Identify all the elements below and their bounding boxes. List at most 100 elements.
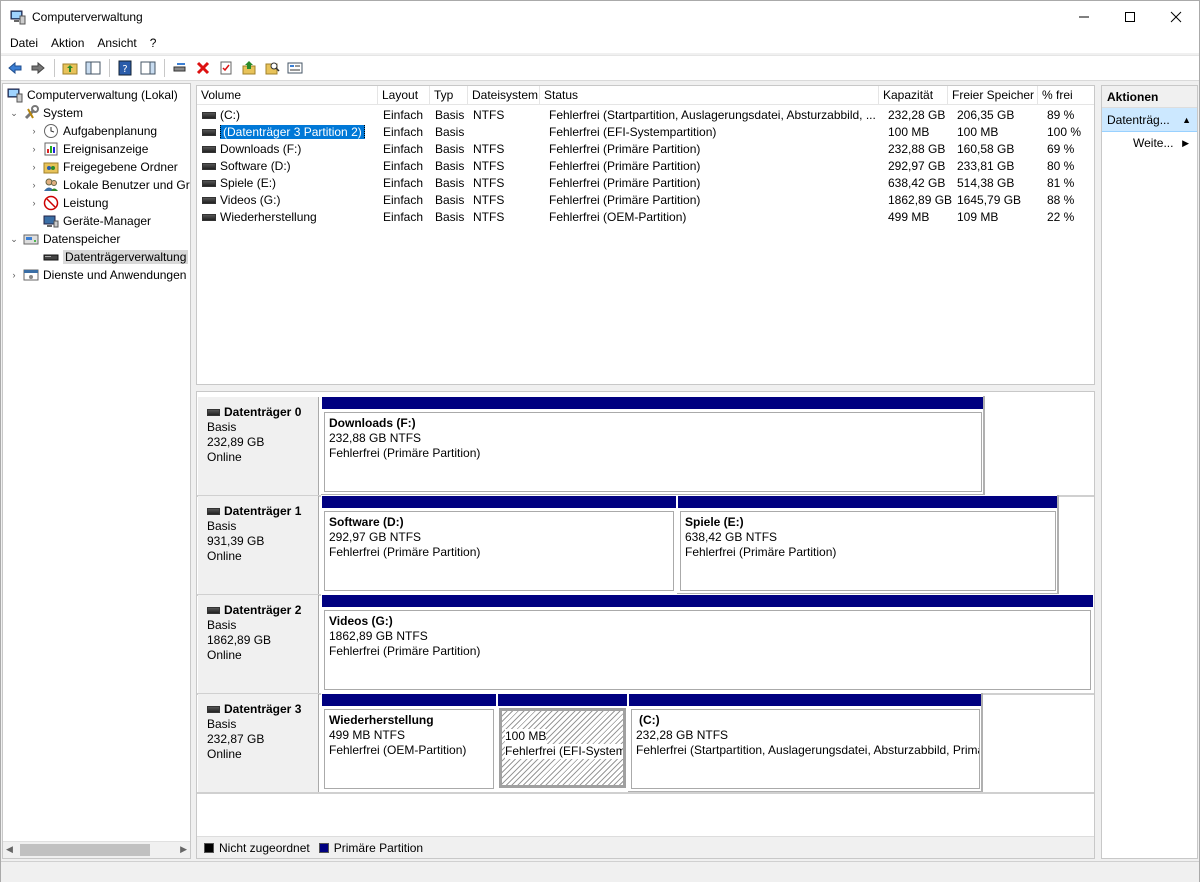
delete-button[interactable] xyxy=(192,57,214,79)
tree-item-lokale-benutzer[interactable]: › Lokale Benutzer und Gru xyxy=(29,176,191,194)
disk-type: Basis xyxy=(207,420,237,434)
chevron-right-icon[interactable]: › xyxy=(9,270,19,280)
column-status[interactable]: Status xyxy=(540,86,879,105)
table-row[interactable]: Videos (G:) Einfach Basis NTFS Fehlerfre… xyxy=(197,191,1094,208)
cell-kapazitaet: 638,42 GB xyxy=(888,175,946,190)
chevron-down-icon[interactable]: ⌄ xyxy=(9,108,19,119)
tree-root[interactable]: Computerverwaltung (Lokal) xyxy=(7,86,178,104)
disk-name: Datenträger 3 xyxy=(224,702,302,716)
collapse-up-icon[interactable]: ▲ xyxy=(1182,108,1191,131)
scrollbar-thumb[interactable] xyxy=(20,844,150,856)
tree-item-aufgabenplanung[interactable]: › Aufgabenplanung xyxy=(29,122,157,140)
table-row[interactable]: Downloads (F:) Einfach Basis NTFS Fehler… xyxy=(197,140,1094,157)
partition[interactable]: Spiele (E:) 638,42 GB NTFS Fehlerfrei (P… xyxy=(677,495,1059,595)
chevron-right-icon[interactable]: › xyxy=(29,144,39,154)
toolbar: ? xyxy=(1,55,1199,81)
chevron-right-icon[interactable]: › xyxy=(29,126,39,136)
table-row[interactable]: Spiele (E:) Einfach Basis NTFS Fehlerfre… xyxy=(197,174,1094,191)
maximize-button[interactable] xyxy=(1107,1,1153,32)
table-row[interactable]: Software (D:) Einfach Basis NTFS Fehlerf… xyxy=(197,157,1094,174)
partition[interactable]: Wiederherstellung 499 MB NTFS Fehlerfrei… xyxy=(321,693,497,793)
partition[interactable]: Downloads (F:) 232,88 GB NTFS Fehlerfrei… xyxy=(321,396,985,496)
partition-selected-efi[interactable]: 100 MB Fehlerfrei (EFI-Systempartition) xyxy=(497,693,628,793)
tree-item-datentraegerverwaltung[interactable]: Datenträgerverwaltung xyxy=(43,248,189,266)
disk-label[interactable]: Datenträger 0 Basis 232,89 GB Online xyxy=(198,397,319,495)
back-button[interactable] xyxy=(4,57,26,79)
menu-ansicht[interactable]: Ansicht xyxy=(92,33,142,53)
partition-status: Fehlerfrei (Startpartition, Auslagerungs… xyxy=(636,743,979,757)
scroll-right-icon[interactable]: ▶ xyxy=(180,844,187,855)
tree-item-freigegebene-ordner[interactable]: › Freigegebene Ordner xyxy=(29,158,178,176)
properties-check-button[interactable] xyxy=(215,57,237,79)
action-more[interactable]: Weite... ▶ xyxy=(1102,132,1197,154)
column-volume[interactable]: Volume xyxy=(197,86,378,105)
forward-button[interactable] xyxy=(27,57,49,79)
column-kapazitaet[interactable]: Kapazität xyxy=(879,86,948,105)
disk-0[interactable]: Datenträger 0 Basis 232,89 GB Online Dow… xyxy=(197,396,1094,496)
export-button[interactable] xyxy=(238,57,260,79)
column-freier-speicher[interactable]: Freier Speicher xyxy=(948,86,1038,105)
help-button[interactable]: ? xyxy=(114,57,136,79)
tree-label: Freigegebene Ordner xyxy=(63,160,178,174)
properties-button[interactable] xyxy=(284,57,306,79)
window-title: Computerverwaltung xyxy=(32,9,143,24)
tree-item-system[interactable]: ⌄ System xyxy=(9,104,83,122)
column-prozent-frei[interactable]: % frei xyxy=(1038,86,1094,105)
tree-item-datenspeicher[interactable]: ⌄ Datenspeicher xyxy=(9,230,120,248)
partition-body: (C:) 232,28 GB NTFS Fehlerfrei (Startpar… xyxy=(631,709,980,789)
chevron-right-icon[interactable]: › xyxy=(29,162,39,172)
tree-item-ereignisanzeige[interactable]: › Ereignisanzeige xyxy=(29,140,149,158)
disk-1[interactable]: Datenträger 1 Basis 931,39 GB Online Sof… xyxy=(197,495,1094,595)
disk-3[interactable]: Datenträger 3 Basis 232,87 GB Online Wie… xyxy=(197,693,1094,793)
menu-datei[interactable]: Datei xyxy=(5,33,44,53)
disk-label[interactable]: Datenträger 2 Basis 1862,89 GB Online xyxy=(198,595,319,693)
partition-title: Spiele (E:) xyxy=(685,515,744,529)
actions-section-datentraeger[interactable]: Datenträg... ▲ xyxy=(1102,108,1197,132)
table-row[interactable]: Wiederherstellung Einfach Basis NTFS Feh… xyxy=(197,208,1094,225)
tree-label: Datenträgerverwaltung xyxy=(63,250,189,264)
show-action-pane-button[interactable] xyxy=(137,57,159,79)
tree-item-dienste[interactable]: › Dienste und Anwendungen xyxy=(9,266,187,284)
folder-up-icon xyxy=(62,63,78,75)
disk-2[interactable]: Datenträger 2 Basis 1862,89 GB Online Vi… xyxy=(197,594,1094,694)
partition[interactable]: (C:) 232,28 GB NTFS Fehlerfrei (Startpar… xyxy=(628,693,983,793)
partition[interactable]: Software (D:) 292,97 GB NTFS Fehlerfrei … xyxy=(321,495,677,595)
cell-status: Fehlerfrei (Primäre Partition) xyxy=(549,175,701,190)
search-button[interactable] xyxy=(261,57,283,79)
cell-status: Fehlerfrei (EFI-Systempartition) xyxy=(549,124,717,139)
cell-typ: Basis xyxy=(435,209,465,224)
disk-label[interactable]: Datenträger 3 Basis 232,87 GB Online xyxy=(198,694,319,792)
minimize-button[interactable] xyxy=(1061,1,1107,32)
tree-horizontal-scrollbar[interactable]: ◀ ▶ xyxy=(3,841,190,858)
table-row[interactable]: (Datenträger 3 Partition 2) Einfach Basi… xyxy=(197,123,1094,140)
partition-size: 638,42 GB NTFS xyxy=(685,530,778,544)
table-row[interactable]: (C:) Einfach Basis NTFS Fehlerfrei (Star… xyxy=(197,106,1094,123)
disk-label[interactable]: Datenträger 1 Basis 931,39 GB Online xyxy=(198,496,319,594)
volume-icon xyxy=(202,145,216,153)
up-level-button[interactable] xyxy=(59,57,81,79)
disk-icon xyxy=(207,409,220,416)
disk-size: 232,89 GB xyxy=(207,435,265,449)
partition[interactable]: Videos (G:) 1862,89 GB NTFS Fehlerfrei (… xyxy=(321,594,1094,694)
tree-label: Leistung xyxy=(63,196,109,210)
column-typ[interactable]: Typ xyxy=(430,86,468,105)
properties-icon xyxy=(287,62,303,74)
tree-item-leistung[interactable]: › Leistung xyxy=(29,194,108,212)
show-hide-tree-button[interactable] xyxy=(82,57,104,79)
tree-item-geraete-manager[interactable]: Geräte-Manager xyxy=(43,212,151,230)
svg-text:?: ? xyxy=(122,64,127,75)
chevron-right-icon[interactable]: › xyxy=(29,198,39,208)
submenu-arrow-icon: ▶ xyxy=(1182,138,1189,148)
chevron-right-icon[interactable]: › xyxy=(29,180,39,190)
close-button[interactable] xyxy=(1153,1,1199,32)
tools-icon xyxy=(23,105,39,121)
menu-help[interactable]: ? xyxy=(145,33,163,53)
scroll-left-icon[interactable]: ◀ xyxy=(6,844,13,855)
column-layout[interactable]: Layout xyxy=(378,86,430,105)
tree-label: Aufgabenplanung xyxy=(63,124,158,138)
column-dateisystem[interactable]: Dateisystem xyxy=(468,86,540,105)
tree-label: Ereignisanzeige xyxy=(63,142,149,156)
connect-drive-button[interactable] xyxy=(169,57,191,79)
menu-aktion[interactable]: Aktion xyxy=(46,33,90,53)
chevron-down-icon[interactable]: ⌄ xyxy=(9,234,19,245)
